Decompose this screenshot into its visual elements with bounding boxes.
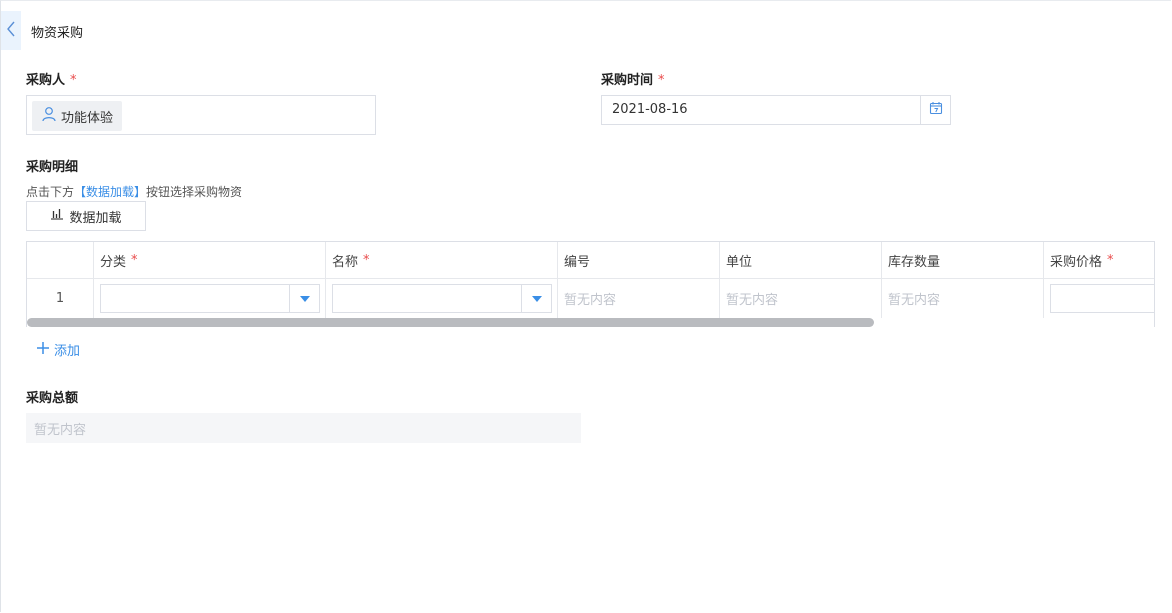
bar-chart-icon <box>50 208 64 224</box>
price-cell <box>1044 278 1154 318</box>
buyer-label: 采购人 * <box>26 69 77 88</box>
header-price: 采购价格 * <box>1044 242 1154 278</box>
chevron-left-icon <box>6 21 16 41</box>
header-index <box>27 242 94 278</box>
name-select[interactable] <box>332 284 552 313</box>
user-icon <box>41 106 57 126</box>
calendar-button[interactable] <box>920 96 950 124</box>
hint-suffix: 按钮选择采购物资 <box>146 185 243 199</box>
hint-link: 【数据加载】 <box>74 185 147 199</box>
header-category: 分类 * <box>94 242 326 278</box>
required-mark: * <box>70 73 77 88</box>
header-label: 分类 <box>100 254 127 270</box>
buyer-chip[interactable]: 功能体验 <box>32 101 123 131</box>
required-mark: * <box>658 73 665 88</box>
row-index: 1 <box>27 278 94 318</box>
header-stock: 库存数量 <box>882 242 1044 278</box>
buyer-label-text: 采购人 <box>26 73 66 88</box>
page-title: 物资采购 <box>31 26 84 41</box>
header-label: 库存数量 <box>888 254 941 270</box>
buyer-name: 功能体验 <box>61 110 114 126</box>
name-dropdown-toggle[interactable] <box>521 285 551 312</box>
stock-cell: 暂无内容 <box>882 278 1044 318</box>
header-label: 名称 <box>332 254 359 270</box>
hint-prefix: 点击下方 <box>26 185 75 199</box>
add-row-label: 添加 <box>54 344 81 359</box>
total-amount-field: 暂无内容 <box>26 413 581 443</box>
category-cell <box>94 278 326 318</box>
details-hint: 点击下方【数据加载】按钮选择采购物资 <box>26 183 242 200</box>
unit-cell: 暂无内容 <box>720 278 882 318</box>
category-dropdown-toggle[interactable] <box>289 285 319 312</box>
calendar-icon <box>929 101 943 119</box>
table-header-row: 分类 * 名称 * 编号 单位 库存数量 采购价格 * <box>27 242 1154 279</box>
header-label: 编号 <box>564 254 591 270</box>
back-button[interactable] <box>1 11 21 50</box>
total-placeholder: 暂无内容 <box>34 422 87 438</box>
add-row-button[interactable]: 添加 <box>36 340 80 359</box>
table-row: 1 暂无内容 暂无内容 暂无内容 <box>27 278 1154 318</box>
caret-down-icon <box>299 291 310 306</box>
category-select[interactable] <box>100 284 320 313</box>
header-code: 编号 <box>558 242 720 278</box>
data-load-button[interactable]: 数据加载 <box>26 201 146 231</box>
data-load-label: 数据加载 <box>69 210 122 226</box>
header-label: 采购价格 <box>1050 254 1103 270</box>
code-cell: 暂无内容 <box>558 278 720 318</box>
total-label: 采购总额 <box>26 391 79 406</box>
details-table: 分类 * 名称 * 编号 单位 库存数量 采购价格 * 1 暂无内容 暂无内容 … <box>26 241 1155 327</box>
buyer-field[interactable]: 功能体验 <box>26 95 376 135</box>
details-label: 采购明细 <box>26 160 79 175</box>
name-cell <box>326 278 558 318</box>
required-mark: * <box>363 252 370 268</box>
caret-down-icon <box>531 291 542 306</box>
purchase-date-value: 2021-08-16 <box>612 102 688 117</box>
header-label: 单位 <box>726 254 753 270</box>
header-unit: 单位 <box>720 242 882 278</box>
required-mark: * <box>131 252 138 268</box>
table-horizontal-scrollbar[interactable] <box>27 318 874 327</box>
purchase-time-label-text: 采购时间 <box>601 73 654 88</box>
purchase-date-input[interactable]: 2021-08-16 <box>601 95 951 125</box>
plus-icon <box>36 341 50 359</box>
purchase-time-label: 采购时间 * <box>601 69 665 88</box>
price-input[interactable] <box>1050 284 1154 313</box>
header-name: 名称 * <box>326 242 558 278</box>
required-mark: * <box>1107 252 1114 268</box>
